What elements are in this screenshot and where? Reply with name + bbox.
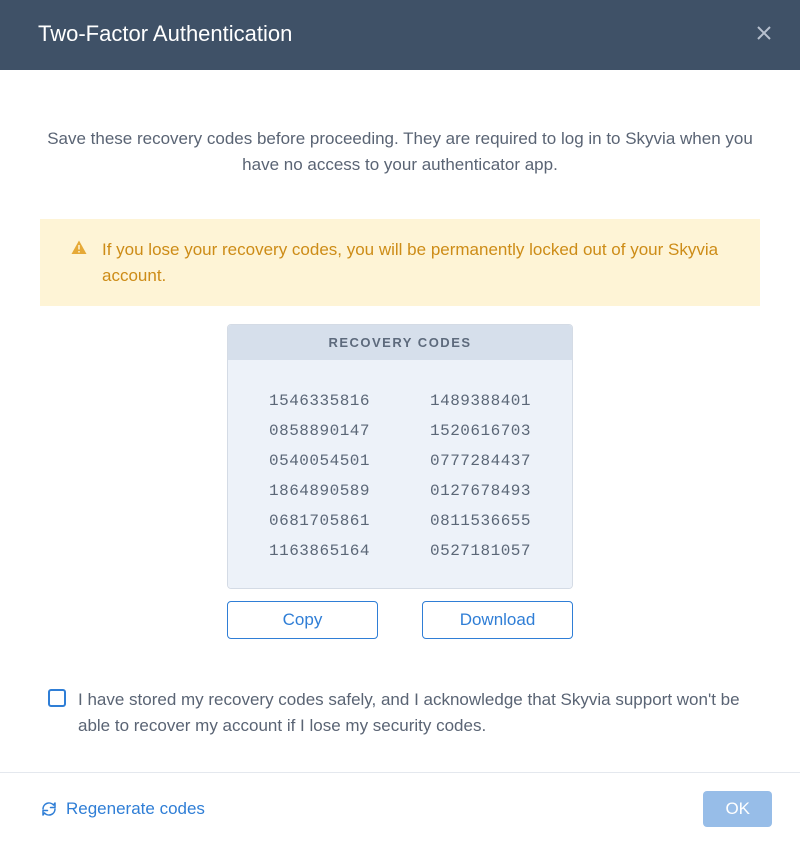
recovery-code: 0811536655 <box>430 512 531 530</box>
recovery-code: 1489388401 <box>430 392 531 410</box>
code-actions: Copy Download <box>227 601 573 639</box>
recovery-code: 1864890589 <box>269 482 370 500</box>
recovery-code: 1520616703 <box>430 422 531 440</box>
recovery-codes-list: 1546335816 1489388401 0858890147 1520616… <box>228 360 572 588</box>
close-icon <box>756 25 772 41</box>
modal-title: Two-Factor Authentication <box>38 21 292 47</box>
acknowledgement-text: I have stored my recovery codes safely, … <box>78 687 752 738</box>
recovery-code: 0858890147 <box>269 422 370 440</box>
recovery-code: 0527181057 <box>430 542 531 560</box>
warning-box: If you lose your recovery codes, you wil… <box>40 219 760 306</box>
regenerate-codes-link[interactable]: Regenerate codes <box>40 799 205 819</box>
acknowledgement-checkbox[interactable] <box>48 689 66 707</box>
acknowledgement-row: I have stored my recovery codes safely, … <box>40 687 760 738</box>
close-button[interactable] <box>752 18 776 50</box>
recovery-codes-header: RECOVERY CODES <box>228 325 572 360</box>
modal-footer: Regenerate codes OK <box>0 772 800 845</box>
modal-body: Save these recovery codes before proceed… <box>0 70 800 738</box>
recovery-code: 1546335816 <box>269 392 370 410</box>
refresh-icon <box>40 800 58 818</box>
recovery-code: 1163865164 <box>269 542 370 560</box>
regenerate-label: Regenerate codes <box>66 799 205 819</box>
warning-icon <box>70 239 88 262</box>
recovery-code: 0681705861 <box>269 512 370 530</box>
recovery-code: 0540054501 <box>269 452 370 470</box>
recovery-code: 0127678493 <box>430 482 531 500</box>
ok-button[interactable]: OK <box>703 791 772 827</box>
copy-button[interactable]: Copy <box>227 601 378 639</box>
recovery-code: 0777284437 <box>430 452 531 470</box>
modal-header: Two-Factor Authentication <box>0 0 800 70</box>
recovery-codes-panel: RECOVERY CODES 1546335816 1489388401 085… <box>227 324 573 589</box>
download-button[interactable]: Download <box>422 601 573 639</box>
intro-text: Save these recovery codes before proceed… <box>40 126 760 177</box>
warning-text: If you lose your recovery codes, you wil… <box>102 237 726 288</box>
